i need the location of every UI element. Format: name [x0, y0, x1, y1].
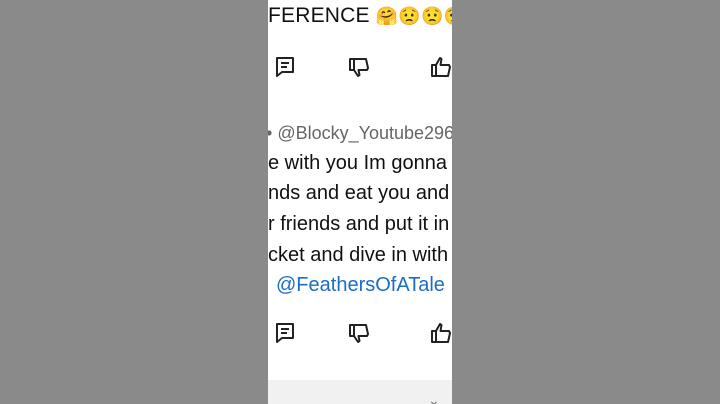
worried-face-emoji: 😟 [421, 6, 444, 26]
comment-text-line: nds and eat you and [268, 182, 450, 204]
reply-icon [276, 323, 294, 343]
previous-comment-text: FERENCE 🤗😟😟😟 [268, 4, 452, 28]
worried-face-emoji: 😟 [444, 6, 452, 26]
comment-input-bar[interactable] [268, 380, 452, 404]
right-gray-pillarbox [452, 0, 720, 404]
previous-comment-word: FERENCE [268, 4, 370, 27]
bullet-separator: • [268, 123, 272, 143]
comment-author-handle[interactable]: @Blocky_Youtube296 [277, 123, 452, 143]
mention-link[interactable]: @FeathersOfATale [276, 274, 445, 297]
chevron-icon: ⌄ [428, 392, 440, 404]
like-button[interactable] [428, 320, 452, 346]
left-gray-pillarbox [0, 0, 268, 404]
reply-button[interactable] [272, 54, 298, 80]
thumbs-down-icon [349, 324, 369, 343]
thumbs-down-icon [349, 58, 369, 77]
comment-text-line: e with you Im gonna [268, 152, 447, 174]
comment-text-line: cket and dive in with [268, 244, 449, 266]
dislike-button[interactable] [346, 54, 372, 80]
worried-face-emoji: 😟 [398, 6, 422, 26]
comment-actions-row [268, 54, 452, 84]
hugging-face-emoji: 🤗 [375, 6, 399, 26]
comment-text-line: r friends and put it in [268, 213, 450, 235]
comments-panel: FERENCE 🤗😟😟😟 • @Blocky_Youtube296 e with… [268, 0, 452, 404]
reply-button[interactable] [272, 320, 298, 346]
thumbs-up-icon [431, 323, 451, 343]
reply-icon [276, 57, 294, 77]
comment-author-line: • @Blocky_Youtube296 [268, 123, 452, 144]
like-button[interactable] [428, 54, 452, 80]
dislike-button[interactable] [346, 320, 372, 346]
comment-actions-row [268, 320, 452, 350]
thumbs-up-icon [431, 57, 451, 77]
